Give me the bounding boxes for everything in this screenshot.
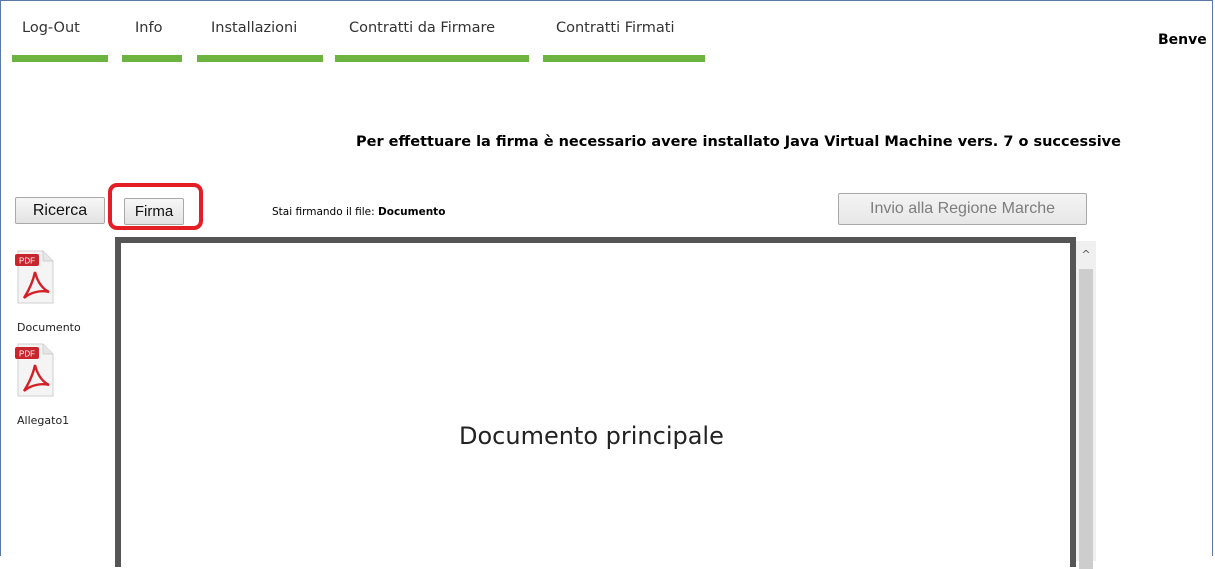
pdf-file-icon[interactable]: PDF <box>15 250 55 304</box>
nav-info[interactable]: Info <box>135 20 162 36</box>
signing-status-label: Stai firmando il file: <box>272 206 375 218</box>
sign-button-highlight <box>108 183 203 230</box>
nav-installazioni[interactable]: Installazioni <box>211 20 297 36</box>
file-name-documento[interactable]: Documento <box>17 321 81 334</box>
send-to-regione-button[interactable]: Invio alla Regione Marche <box>838 193 1087 225</box>
svg-text:PDF: PDF <box>19 350 35 359</box>
nav-underline-contratti-da-firmare <box>335 55 529 62</box>
nav-underline-installazioni <box>197 55 323 62</box>
document-viewer[interactable]: Documento principale <box>115 237 1076 567</box>
viewer-scrollbar[interactable]: ^ <box>1076 241 1096 569</box>
java-requirement-notice: Per effettuare la firma è necessario ave… <box>356 134 1121 150</box>
search-button[interactable]: Ricerca <box>15 197 105 224</box>
welcome-text: Benve <box>1158 32 1207 48</box>
signing-status: Stai firmando il file: Documento <box>272 206 445 218</box>
nav-contratti-firmati[interactable]: Contratti Firmati <box>556 20 674 36</box>
scroll-up-arrow-icon[interactable]: ^ <box>1076 248 1096 261</box>
signing-status-file: Documento <box>378 206 446 218</box>
nav-underline-logout <box>12 55 108 62</box>
file-name-allegato1[interactable]: Allegato1 <box>17 414 69 427</box>
nav-logout[interactable]: Log-Out <box>22 20 80 36</box>
pdf-file-icon[interactable]: PDF <box>15 343 55 397</box>
nav-underline-contratti-firmati <box>543 55 705 62</box>
document-content-title: Documento principale <box>459 422 724 450</box>
scroll-thumb[interactable] <box>1079 269 1093 569</box>
nav-contratti-da-firmare[interactable]: Contratti da Firmare <box>349 20 495 36</box>
svg-text:PDF: PDF <box>19 257 35 266</box>
nav-underline-info <box>122 55 182 62</box>
